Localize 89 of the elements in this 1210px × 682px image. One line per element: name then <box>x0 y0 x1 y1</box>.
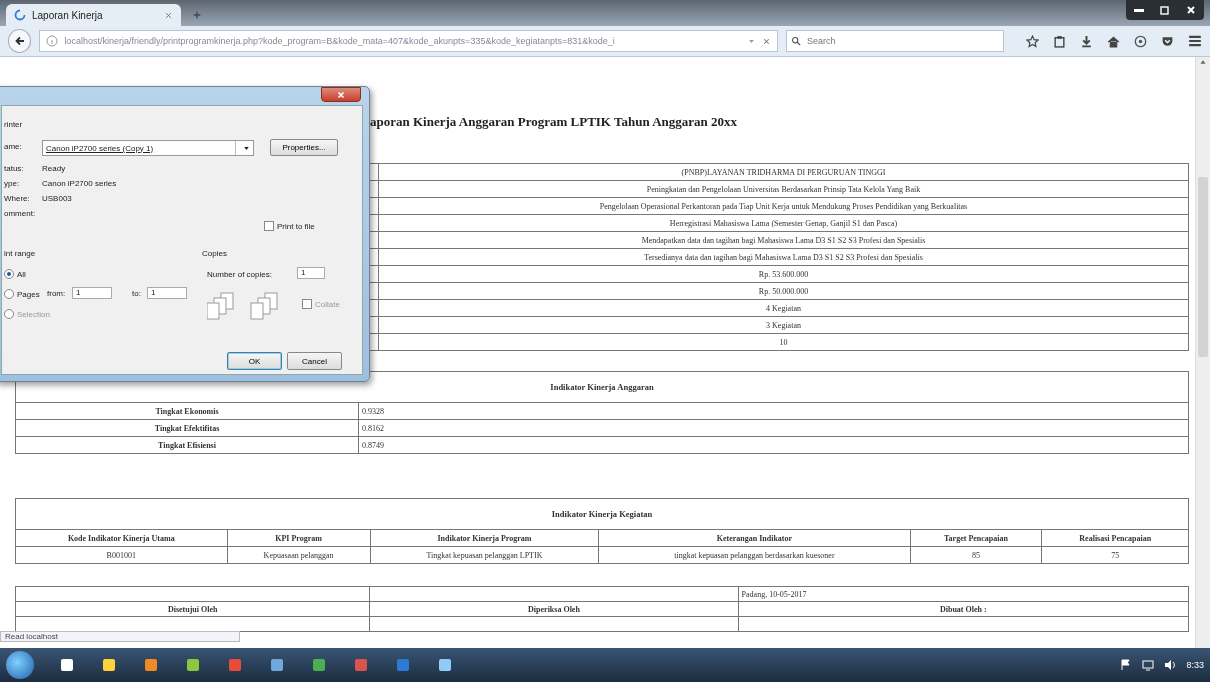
back-button[interactable] <box>8 29 32 53</box>
clock[interactable]: 8:33 <box>1186 660 1204 670</box>
info-icon <box>46 35 59 47</box>
field-value: Ready <box>42 164 66 173</box>
group-label: int range <box>4 249 36 258</box>
column-header: Keterangan Indikator <box>598 529 911 547</box>
printer-dropdown[interactable]: Canon iP2700 series (Copy 1) <box>42 140 254 156</box>
table-cell: Tersedianya data dan tagihan bagi Mahasiswa Lama D3 S1 S2 S3 Profesi dan Spesialis <box>378 248 1189 266</box>
clipboard-icon <box>1053 34 1066 48</box>
address-bar[interactable]: localhost/kinerja/friendly/printprogramkinerja.php?kode_program=B&kode_mata=407&kode_akunpts=335&kode_kegiatanpts=831&kode_i <box>39 30 778 52</box>
field-label: tatus: <box>4 164 24 173</box>
table-cell: 4 Kegiatan <box>378 299 1189 317</box>
table-cell: Dibuat Oleh : <box>738 601 1189 617</box>
table-cell: B001001 <box>15 546 228 564</box>
field-value: Canon iP2700 series <box>42 179 117 188</box>
home-icon <box>1107 34 1120 48</box>
scroll-thumb[interactable] <box>1198 177 1208 357</box>
search-input[interactable]: Search <box>805 35 999 47</box>
properties-button[interactable]: Properties... <box>270 139 338 156</box>
table-cell: 75 <box>1041 546 1189 564</box>
column-header: Kode Indikator Kinerja Utama <box>15 529 228 547</box>
table-cell: Mendapatkan data dan tagihan bagi Mahasiswa Lama D3 S1 S2 S3 Profesi dan Spesialis <box>378 231 1189 249</box>
column-header: Target Pencapaian <box>910 529 1042 547</box>
status-text: Read localhost <box>0 631 240 642</box>
close-icon <box>762 36 771 46</box>
copies-spinner[interactable]: 1 <box>297 267 325 279</box>
table-cell: 0.8162 <box>358 419 1189 437</box>
search-field[interactable]: Search <box>786 30 1004 52</box>
speaker-icon <box>1164 659 1177 671</box>
field-label: ame: <box>4 142 22 151</box>
pocket-icon <box>1161 34 1174 48</box>
column-header: Realisasi Pencapaian <box>1041 529 1189 547</box>
table-cell: Tingkat Efisiensi <box>15 436 359 454</box>
table-cell: Rp. 53.600.000 <box>378 265 1189 283</box>
table-cell: Herregistrasi Mahasiswa Lama (Semester Genap, Ganjil S1 dan Pasca) <box>378 214 1189 232</box>
to-field[interactable]: 1 <box>147 287 187 299</box>
group-label: Copies <box>202 249 227 258</box>
table-cell: Rp. 50.000.000 <box>378 282 1189 300</box>
field-value: USB003 <box>42 194 72 203</box>
group-label: rinter <box>4 120 23 129</box>
field-label: Number of copies: <box>207 270 272 279</box>
scrollbar[interactable] <box>1195 57 1210 648</box>
checkbox[interactable]: Print to file <box>264 221 315 231</box>
plus-icon <box>192 10 202 20</box>
network-icon <box>1142 659 1155 671</box>
back-arrow-icon <box>13 35 26 47</box>
cancel-button[interactable]: Cancel <box>287 352 342 370</box>
browser-tab[interactable]: Laporan Kinerja <box>6 4 181 26</box>
close-icon <box>1185 4 1197 16</box>
table-cell: Pengelolaan Operasional Perkantoran pada Tiap Unit Kerja untuk Mendukung Proses Pendidikan yang Berkualitas <box>378 197 1189 215</box>
field-label: ype: <box>4 179 20 188</box>
field-label: to: <box>132 289 141 298</box>
field-label: omment: <box>4 209 36 218</box>
close-icon <box>164 10 173 20</box>
table-cell: Disetujui Oleh <box>15 601 370 617</box>
loading-icon <box>14 9 26 21</box>
close-icon <box>336 89 346 100</box>
field-label: Where: <box>4 194 30 203</box>
ok-button[interactable]: OK <box>227 352 282 370</box>
radio-option[interactable]: All <box>4 269 26 279</box>
radio-option[interactable]: Pages <box>4 289 40 299</box>
table-cell: Kepuasaan pelanggan <box>227 546 371 564</box>
table-cell: Diperiksa Oleh <box>369 601 739 617</box>
table-cell: Padang, 10-05-2017 <box>738 586 1189 602</box>
table-cell: Tingkat Ekonomis <box>15 402 359 420</box>
table-cell: Peningkatan dan Pengelolaan Universitas Berdasarkan Prinsip Tata Kelola Yang Baik <box>378 180 1189 198</box>
table-cell: (PNBP)LAYANAN TRIDHARMA DI PERGURUAN TINGGI <box>378 163 1189 181</box>
table-cell: 0.9328 <box>358 402 1189 420</box>
column-header: KPI Program <box>227 529 371 547</box>
field-label: from: <box>47 289 66 298</box>
table-cell: 3 Kegiatan <box>378 316 1189 334</box>
star-icon <box>1026 34 1039 48</box>
table-cell: 0.8749 <box>358 436 1189 454</box>
from-field[interactable]: 1 <box>72 287 112 299</box>
table-cell: 10 <box>378 333 1189 351</box>
download-icon <box>1080 34 1093 48</box>
flag-icon <box>1120 659 1133 671</box>
table-cell: Tingkat Efektifitas <box>15 419 359 437</box>
column-header: Indikator Kinerja Program <box>370 529 599 547</box>
table-cell: tingkat kepuasan pelanggan berdasarkan kuesoner <box>598 546 911 564</box>
minimize-icon <box>1134 8 1144 12</box>
table-title: Indikator Kinerja Kegiatan <box>15 498 1189 530</box>
table-cell: Tingkat kepuasan pelanggan LPTIK <box>370 546 599 564</box>
report-title: aporan Kinerja Anggaran Program LPTIK Tahun Anggaran 20xx <box>370 115 738 129</box>
menu-icon <box>1188 34 1202 48</box>
table-cell: 85 <box>910 546 1042 564</box>
search-icon <box>791 36 801 46</box>
restore-icon <box>1159 4 1171 16</box>
start-button[interactable] <box>6 651 34 679</box>
